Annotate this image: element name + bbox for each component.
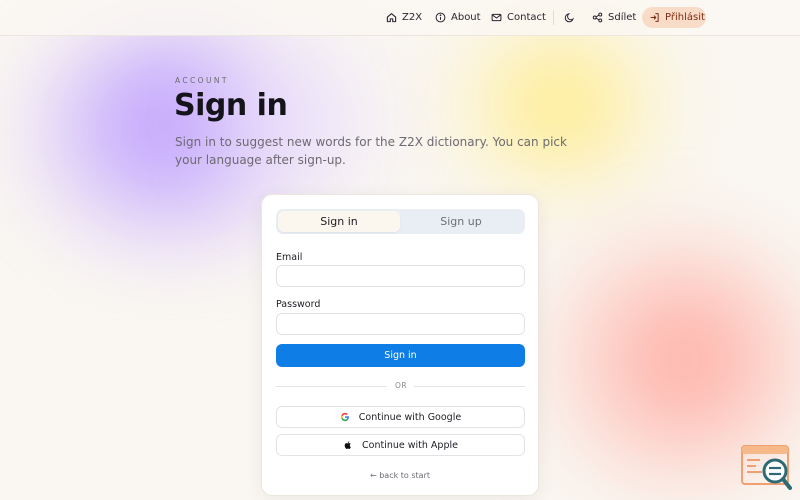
google-label: Continue with Google (358, 411, 462, 423)
home-icon (386, 13, 397, 23)
theme-toggle-button[interactable] (564, 7, 575, 28)
email-field[interactable] (276, 265, 525, 287)
apple-icon (344, 441, 351, 449)
divider-line-left (276, 386, 387, 387)
tab-sign-up[interactable]: Sign up (400, 211, 522, 232)
login-button[interactable]: Přihlásit (642, 7, 706, 28)
nav-divider (553, 10, 554, 25)
sign-in-button[interactable]: Sign in (276, 344, 525, 367)
page-subtitle: Sign in to suggest new words for the Z2X… (175, 135, 567, 167)
nav-about-link[interactable]: About (435, 7, 481, 28)
tab-sign-in[interactable]: Sign in (278, 211, 400, 232)
apple-label: Continue with Apple (362, 439, 458, 451)
top-navigation: Z2X About Contact Sdílet Přihlásit (0, 0, 800, 36)
nav-about-label: About (451, 12, 481, 23)
continue-with-google-button[interactable]: Continue with Google (276, 406, 525, 428)
page-title: Sign in (174, 88, 288, 123)
login-icon (650, 13, 659, 22)
google-icon (340, 412, 349, 422)
nav-home-label: Z2X (402, 12, 423, 23)
share-button[interactable]: Sdílet (592, 7, 636, 28)
divider-or: OR (394, 381, 408, 390)
auth-tabs: Sign in Sign up (276, 209, 525, 234)
info-icon (435, 12, 446, 23)
back-to-start-link[interactable]: ← back to start (262, 471, 538, 480)
email-label: Email (276, 252, 303, 263)
continue-with-apple-button[interactable]: Continue with Apple (276, 434, 525, 456)
moon-icon (564, 13, 574, 23)
auth-card: Sign in Sign up Email Password Sign in O… (261, 194, 539, 496)
nav-contact-link[interactable]: Contact (491, 7, 546, 28)
site-logo-icon (741, 445, 792, 490)
nav-home-link[interactable]: Z2X (386, 7, 422, 28)
password-field[interactable] (276, 313, 525, 335)
password-label: Password (276, 299, 321, 310)
login-label: Přihlásit (665, 12, 705, 23)
share-label: Sdílet (608, 12, 637, 23)
nav-contact-label: Contact (507, 12, 546, 23)
mail-icon (491, 13, 502, 22)
section-eyebrow: ACCOUNT (175, 76, 229, 85)
divider-line-right (414, 386, 525, 387)
share-icon (592, 12, 603, 23)
